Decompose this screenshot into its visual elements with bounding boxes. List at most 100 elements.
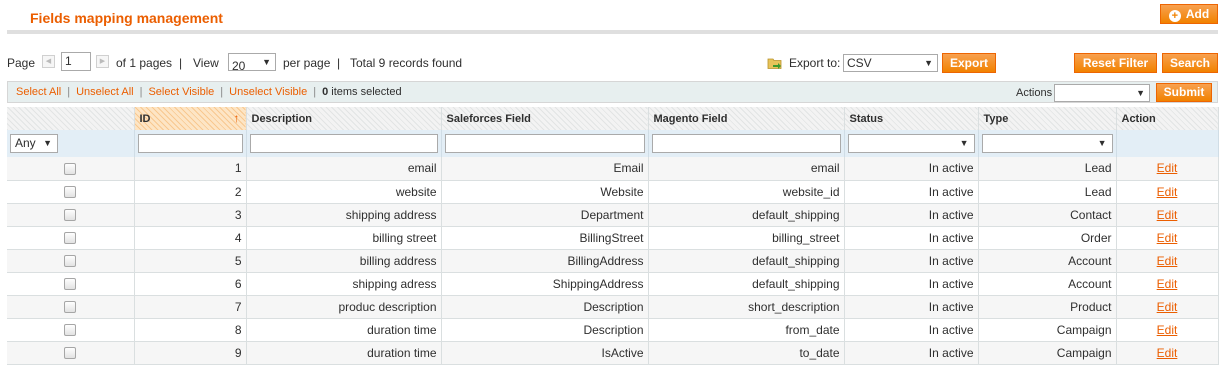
row-status: In active <box>844 249 979 273</box>
row-checkbox[interactable] <box>64 209 77 222</box>
edit-link[interactable]: Edit <box>1157 277 1178 291</box>
page-number-input[interactable]: 1 <box>61 52 91 71</box>
magento-field-filter-input[interactable] <box>651 134 841 153</box>
edit-link[interactable]: Edit <box>1157 323 1178 337</box>
massaction-filter-select[interactable]: Any ▼ <box>10 134 58 153</box>
link-separator: | <box>220 86 224 98</box>
row-type: Account <box>978 249 1117 273</box>
row-checkbox[interactable] <box>64 324 77 337</box>
row-magento-field: from_date <box>648 318 845 342</box>
row-status: In active <box>844 203 979 227</box>
row-id: 9 <box>134 341 247 365</box>
type-filter-select[interactable]: ▼ <box>981 134 1113 153</box>
pager-separator: | <box>337 56 341 70</box>
row-checkbox[interactable] <box>64 255 77 268</box>
row-description: duration time <box>246 318 442 342</box>
row-salesforce-field: BillingStreet <box>441 226 649 250</box>
row-checkbox[interactable] <box>64 232 77 245</box>
row-id: 2 <box>134 180 247 204</box>
selected-count: 0 <box>322 86 329 98</box>
column-header-status[interactable]: Status <box>844 107 979 130</box>
actions-select[interactable]: ▼ <box>1054 84 1150 102</box>
row-salesforce-field: ShippingAddress <box>441 272 649 296</box>
add-button[interactable]: + Add <box>1160 4 1218 24</box>
add-button-label: Add <box>1185 7 1210 21</box>
description-filter-input[interactable] <box>249 134 438 153</box>
next-page-icon[interactable]: ▶ <box>96 55 109 68</box>
row-type: Order <box>978 226 1117 250</box>
per-page-label: per page <box>283 56 331 70</box>
column-header-description[interactable]: Description <box>246 107 442 130</box>
id-filter-input[interactable] <box>137 134 243 153</box>
row-checkbox[interactable] <box>64 347 77 360</box>
column-header-salesforce-field[interactable]: Saleforces Field <box>441 107 649 130</box>
select-visible-link[interactable]: Select Visible <box>148 86 214 98</box>
row-id: 4 <box>134 226 247 250</box>
reset-filter-button[interactable]: Reset Filter <box>1074 53 1157 73</box>
row-magento-field: to_date <box>648 341 845 365</box>
row-type: Account <box>978 272 1117 296</box>
row-checkbox[interactable] <box>64 163 77 176</box>
massaction-links: Select All | Unselect All | Select Visible | U… <box>16 86 402 98</box>
sort-arrow-icon: ↑ <box>233 111 240 125</box>
submit-button[interactable]: Submit <box>1156 83 1212 102</box>
table-row: 5 billing address BillingAddress default_sh… <box>7 249 1219 273</box>
search-button[interactable]: Search <box>1162 53 1218 73</box>
status-filter-select[interactable]: ▼ <box>847 134 975 153</box>
column-header-magento-field[interactable]: Magento Field <box>648 107 845 130</box>
chevron-down-icon: ▼ <box>43 138 52 148</box>
row-checkbox[interactable] <box>64 278 77 291</box>
edit-link[interactable]: Edit <box>1157 231 1178 245</box>
per-page-select[interactable]: 20 ▼ <box>228 53 276 73</box>
filter-any-value: Any <box>15 136 36 150</box>
edit-link[interactable]: Edit <box>1157 185 1178 199</box>
column-header-checkbox <box>7 107 135 130</box>
chevron-down-icon: ▼ <box>924 58 933 68</box>
row-checkbox[interactable] <box>64 186 77 199</box>
plus-circle-icon: + <box>1168 10 1181 22</box>
link-separator: | <box>67 86 71 98</box>
salesforce-field-filter-input[interactable] <box>444 134 645 153</box>
column-header-id[interactable]: ID ↑ <box>134 107 247 130</box>
row-description: shipping adress <box>246 272 442 296</box>
table-row: 9 duration time IsActive to_date In active Ca… <box>7 341 1219 365</box>
per-page-value: 20 <box>232 59 246 73</box>
edit-link[interactable]: Edit <box>1157 346 1178 360</box>
mapping-grid: ID ↑ Description Saleforces Field Magento… <box>7 107 1219 365</box>
row-status: In active <box>844 180 979 204</box>
table-row: 6 shipping adress ShippingAddress default_s… <box>7 272 1219 296</box>
column-header-type[interactable]: Type <box>978 107 1117 130</box>
link-separator: | <box>139 86 143 98</box>
row-magento-field: billing_street <box>648 226 845 250</box>
grid-header-row: ID ↑ Description Saleforces Field Magento… <box>7 107 1219 130</box>
row-status: In active <box>844 318 979 342</box>
row-type: Contact <box>978 203 1117 227</box>
massaction-bar: Select All | Unselect All | Select Visible | U… <box>7 81 1218 103</box>
edit-link[interactable]: Edit <box>1157 254 1178 268</box>
row-status: In active <box>844 272 979 296</box>
unselect-visible-link[interactable]: Unselect Visible <box>229 86 307 98</box>
row-status: In active <box>844 157 979 181</box>
table-row: 4 billing street BillingStreet billing_stre… <box>7 226 1219 250</box>
export-button[interactable]: Export <box>942 53 996 73</box>
row-description: duration time <box>246 341 442 365</box>
select-all-link[interactable]: Select All <box>16 86 61 98</box>
edit-link[interactable]: Edit <box>1157 161 1178 175</box>
unselect-all-link[interactable]: Unselect All <box>76 86 133 98</box>
row-type: Lead <box>978 180 1117 204</box>
edit-link[interactable]: Edit <box>1157 208 1178 222</box>
row-salesforce-field: Description <box>441 318 649 342</box>
column-header-action: Action <box>1116 107 1219 130</box>
chevron-down-icon: ▼ <box>262 57 271 67</box>
prev-page-icon[interactable]: ◀ <box>42 55 55 68</box>
row-checkbox[interactable] <box>64 301 77 314</box>
export-format-select[interactable]: CSV ▼ <box>843 54 938 72</box>
table-row: 1 email Email email In active Lead Edit <box>7 157 1219 181</box>
edit-link[interactable]: Edit <box>1157 300 1178 314</box>
row-magento-field: default_shipping <box>648 203 845 227</box>
export-icon <box>767 58 782 69</box>
row-type: Lead <box>978 157 1117 181</box>
row-magento-field: email <box>648 157 845 181</box>
page-label: Page <box>7 56 36 70</box>
row-id: 5 <box>134 249 247 273</box>
